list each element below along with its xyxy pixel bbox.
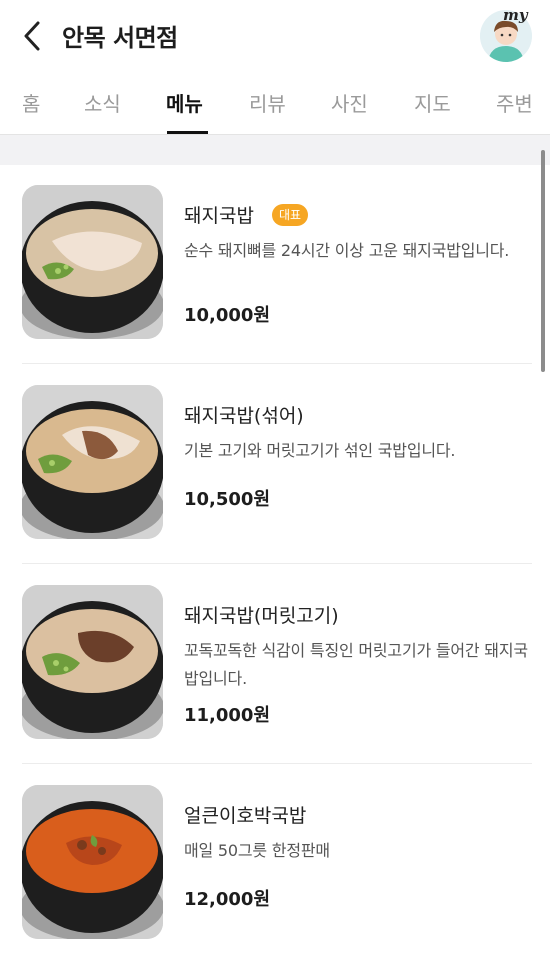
menu-item[interactable]: 돼지국밥(섞어) 기본 고기와 머릿고기가 섞인 국밥입니다. 10,500원 (0, 365, 540, 565)
tab-reviews[interactable]: 리뷰 (249, 88, 286, 117)
section-spacer (0, 135, 550, 165)
tab-bar: 홈 소식 메뉴 리뷰 사진 지도 주변 (0, 78, 550, 134)
menu-item-price: 12,000원 (184, 889, 271, 910)
item-divider (22, 763, 532, 764)
back-button[interactable] (14, 16, 50, 56)
tab-home[interactable]: 홈 (22, 88, 40, 117)
menu-item[interactable]: 얼큰이호박국밥 매일 50그릇 한정판매 12,000원 (0, 765, 540, 965)
tab-menu[interactable]: 메뉴 (166, 88, 203, 117)
tab-news[interactable]: 소식 (84, 88, 121, 117)
menu-item-price: 11,000원 (184, 705, 271, 726)
menu-item[interactable]: 돼지국밥 대표 순수 돼지뼈를 24시간 이상 고운 돼지국밥입니다. 10,0… (0, 165, 540, 365)
item-divider (22, 363, 532, 364)
tab-photos[interactable]: 사진 (331, 88, 368, 117)
menu-item-description: 순수 돼지뼈를 24시간 이상 고운 돼지국밥입니다. (184, 241, 510, 260)
menu-item-description: 매일 50그릇 한정판매 (184, 841, 330, 860)
scrollbar[interactable] (541, 150, 545, 372)
menu-item-photo (22, 185, 163, 339)
menu-item[interactable]: 돼지국밥(머릿고기) 꼬독꼬독한 식감이 특징인 머릿고기가 들어간 돼지국밥입… (0, 565, 540, 765)
menu-item-photo (22, 785, 163, 939)
tab-nearby[interactable]: 주변 (496, 88, 533, 117)
avatar-label: my (503, 6, 528, 24)
app-header: 안목 서면점 my (0, 0, 550, 72)
menu-item-photo (22, 585, 163, 739)
menu-item-price: 10,500원 (184, 489, 271, 510)
page-title: 안목 서면점 (62, 24, 178, 52)
menu-item-name: 얼큰이호박국밥 (184, 805, 307, 827)
menu-item-photo (22, 385, 163, 539)
tab-map[interactable]: 지도 (414, 88, 451, 117)
item-divider (22, 563, 532, 564)
menu-item-name: 돼지국밥(섞어) (184, 405, 304, 427)
menu-item-name: 돼지국밥 (184, 205, 254, 227)
signature-badge: 대표 (272, 204, 309, 226)
menu-item-description: 기본 고기와 머릿고기가 섞인 국밥입니다. (184, 441, 456, 460)
menu-item-price: 10,000원 (184, 305, 271, 326)
menu-item-name: 돼지국밥(머릿고기) (184, 605, 339, 627)
menu-item-description: 꼬독꼬독한 식감이 특징인 머릿고기가 들어간 돼지국밥입니다. (184, 641, 528, 688)
chevron-left-icon (24, 21, 40, 51)
